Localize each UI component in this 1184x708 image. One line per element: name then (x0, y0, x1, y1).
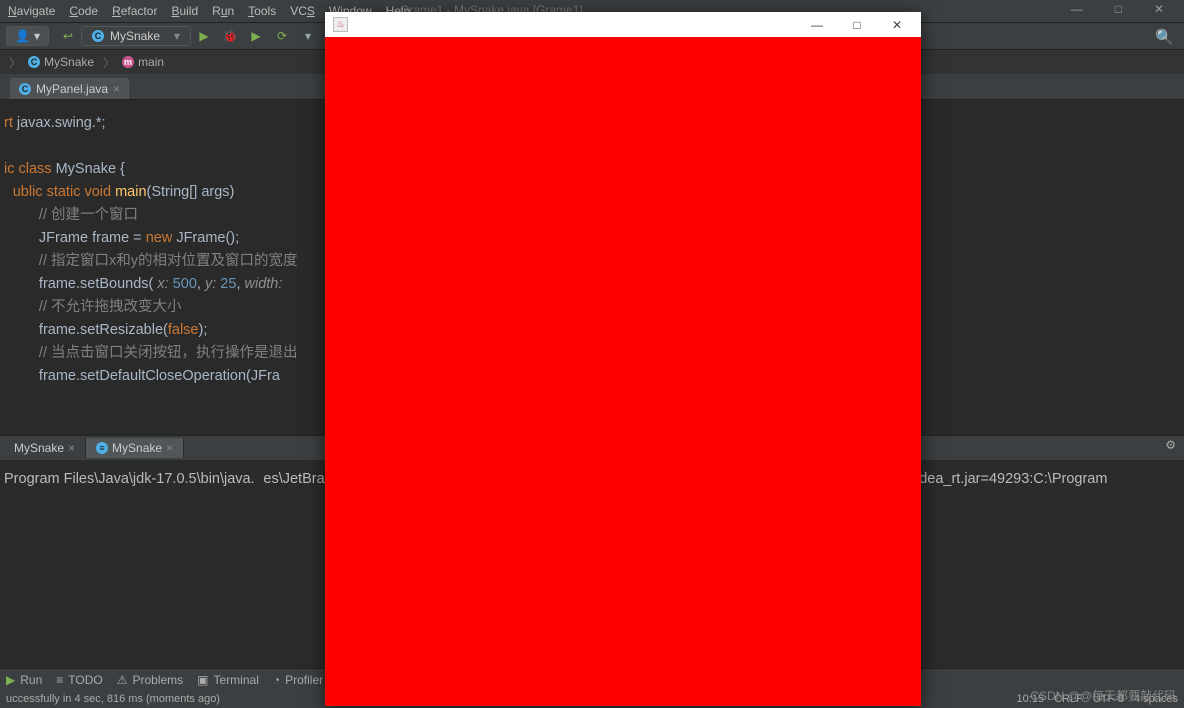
back-arrow-icon[interactable]: ↩ (59, 27, 77, 45)
profile-icon[interactable]: ⟳ (273, 27, 291, 45)
run-icon: ▶ (6, 673, 15, 687)
run-config-label: MySnake (110, 29, 160, 43)
search-everywhere-icon[interactable]: 🔍 (1155, 28, 1174, 46)
tab-label: MySnake (112, 441, 162, 455)
debug-icon[interactable]: 🐞 (221, 27, 239, 45)
param-hint: y: (205, 276, 216, 292)
todo-icon: ≡ (56, 673, 63, 687)
close-tab-icon[interactable]: × (113, 82, 120, 96)
code-text: frame.setDefaultCloseOperation(JFra (39, 368, 280, 384)
menu-run[interactable]: Run (212, 4, 234, 18)
code-text: frame.setResizable( (39, 322, 168, 338)
code-text: , (197, 276, 205, 292)
code-text: MySnake (56, 161, 116, 177)
editor-tab-mypanel[interactable]: C MyPanel.java × (10, 78, 129, 99)
java-titlebar[interactable]: ♨ — □ ✕ (325, 12, 921, 37)
code-text: new (146, 230, 177, 246)
watermark-text: CSDN @@每天都要敲代码 (1030, 687, 1176, 704)
class-icon: C (28, 56, 40, 68)
user-menu-button[interactable]: 👤▾ (6, 26, 49, 46)
console-line: Program Files\Java\jdk-17.0.5\bin\java. (4, 471, 255, 487)
menu-build[interactable]: Build (171, 4, 198, 18)
user-icon: 👤 (15, 29, 30, 43)
dropdown-icon: ▾ (174, 29, 180, 43)
code-text: , (236, 276, 244, 292)
tool-profiler[interactable]: ◔ Profiler (273, 673, 323, 687)
code-text: frame.setBounds( (39, 276, 157, 292)
menu-navigate[interactable]: Navigate (8, 4, 55, 18)
tab-label: Run (20, 673, 42, 687)
close-tab-icon[interactable]: × (68, 441, 75, 455)
tool-problems[interactable]: ⚠ Problems (117, 673, 183, 687)
ide-window-controls: — □ ✕ (1071, 2, 1178, 16)
code-text: (String[] args) (147, 184, 235, 200)
code-text: JFrame frame = (39, 230, 146, 246)
code-comment: // 不允许拖拽改变大小 (39, 299, 182, 315)
terminal-icon: ▣ (197, 673, 208, 687)
java-panel-red (325, 37, 921, 706)
tool-todo[interactable]: ≡ TODO (56, 673, 102, 687)
ide-maximize-icon[interactable]: □ (1115, 2, 1122, 16)
warning-icon: ⚠ (117, 673, 128, 687)
code-text: JFrame(); (176, 230, 239, 246)
run-icon[interactable]: ▶ (195, 27, 213, 45)
code-comment: // 当点击窗口关闭按钮，执行操作是退出 (39, 345, 298, 361)
code-text: false (168, 322, 199, 338)
run-tab-2[interactable]: ≡ MySnake × (86, 438, 184, 458)
run-configuration-selector[interactable]: C MySnake ▾ (81, 26, 191, 46)
console-line: idea_rt.jar=49293:C:\Program (916, 468, 1107, 491)
java-application-window[interactable]: ♨ — □ ✕ (325, 12, 921, 706)
tool-run[interactable]: ▶ Run (6, 673, 42, 687)
code-text: rt (4, 115, 17, 131)
run-tab-1[interactable]: MySnake × (4, 438, 86, 458)
code-text: ic class (4, 161, 56, 177)
breadcrumb-method[interactable]: main (138, 55, 164, 69)
menu-tools[interactable]: Tools (248, 4, 276, 18)
tab-label: MySnake (14, 441, 64, 455)
coverage-icon[interactable]: ▶ (247, 27, 265, 45)
ide-minimize-icon[interactable]: — (1071, 2, 1083, 16)
class-icon: C (19, 83, 31, 95)
code-number: 25 (216, 276, 236, 292)
code-number: 500 (169, 276, 197, 292)
close-button[interactable]: ✕ (877, 12, 917, 37)
code-text: { (116, 161, 125, 177)
profiler-icon: ◔ (273, 673, 280, 687)
java-app-icon: ♨ (333, 17, 348, 32)
class-icon: C (92, 30, 104, 42)
menu-refactor[interactable]: Refactor (112, 4, 157, 18)
status-message: uccessfully in 4 sec, 816 ms (moments ag… (6, 693, 220, 705)
menu-code[interactable]: Code (69, 4, 98, 18)
tab-label: MyPanel.java (36, 82, 108, 96)
param-hint: x: (157, 276, 168, 292)
tab-label: Terminal (214, 673, 259, 687)
class-icon: ≡ (96, 442, 108, 454)
dropdown-icon: ▾ (34, 29, 40, 43)
code-text: ublic static void (13, 184, 115, 200)
tab-label: Problems (132, 673, 183, 687)
method-icon: m (122, 56, 134, 68)
attach-icon[interactable]: ▾ (299, 27, 317, 45)
code-comment: // 指定窗口x和y的相对位置及窗口的宽度 (39, 253, 298, 269)
minimize-button[interactable]: — (797, 12, 837, 37)
code-comment: // 创建一个窗口 (39, 207, 138, 223)
close-tab-icon[interactable]: × (166, 441, 173, 455)
menu-vcs[interactable]: VCS (290, 4, 315, 18)
tab-label: TODO (68, 673, 102, 687)
gear-icon[interactable]: ⚙ (1165, 438, 1176, 452)
ide-close-icon[interactable]: ✕ (1154, 2, 1164, 16)
tool-terminal[interactable]: ▣ Terminal (197, 673, 259, 687)
param-hint: width: (245, 276, 283, 292)
breadcrumb-class[interactable]: MySnake (44, 55, 94, 69)
code-text: main (115, 184, 146, 200)
code-text: javax.swing.*; (17, 115, 106, 131)
tab-label: Profiler (285, 673, 323, 687)
code-text: ); (199, 322, 208, 338)
maximize-button[interactable]: □ (837, 12, 877, 37)
